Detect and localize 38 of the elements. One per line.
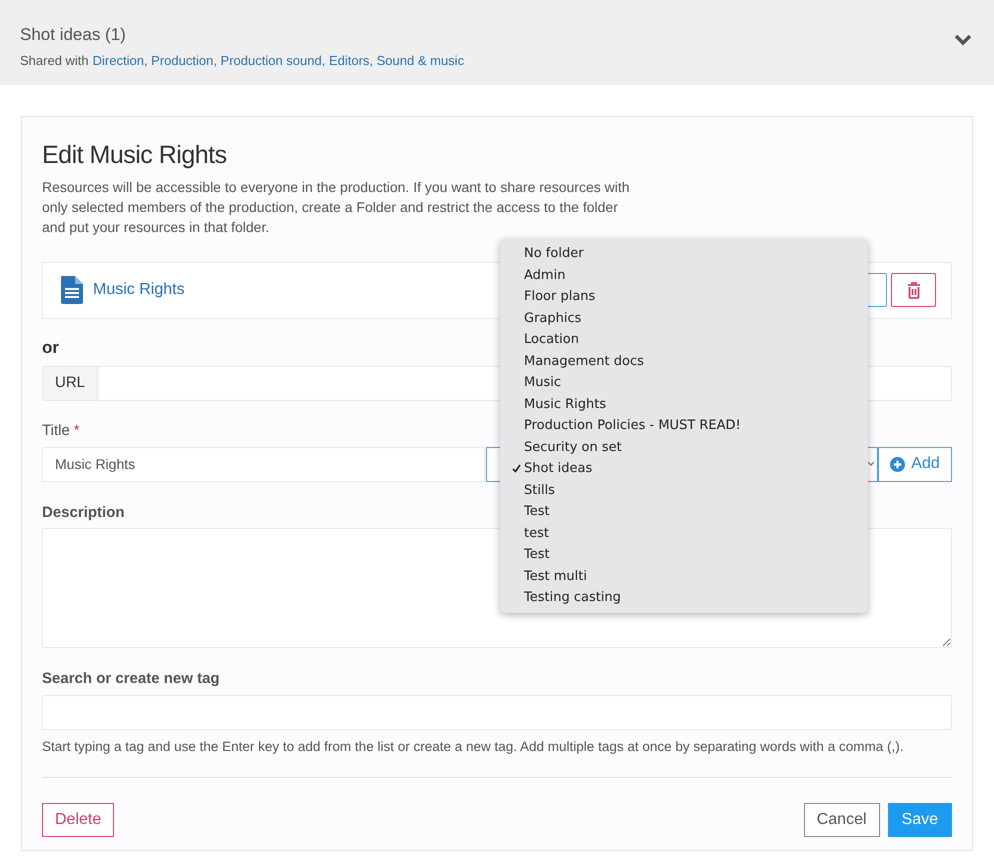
folder-option[interactable]: Stills [500, 480, 868, 501]
folder-option[interactable]: Graphics [500, 308, 868, 329]
delete-button[interactable]: Delete [42, 802, 114, 836]
folder-option[interactable]: Floor plans [500, 286, 868, 308]
folder-option[interactable]: Production Policies - MUST READ! [500, 415, 868, 436]
file-link[interactable]: Music Rights [93, 278, 185, 302]
url-addon: URL [43, 367, 98, 400]
document-icon [59, 275, 85, 305]
folder-option[interactable]: Security on set [500, 436, 868, 458]
folder-option[interactable]: Test [500, 501, 868, 522]
tag-help-text: Start typing a tag and use the Enter key to add from the list or create a new tag. Add multiple tags at once by separating words with a comma (,). [42, 738, 904, 756]
add-button[interactable]: Add [878, 446, 952, 482]
trash-icon [906, 282, 920, 298]
shared-with-link[interactable]: Direction, Production, Production sound, Editors, Sound & music [92, 50, 464, 70]
form-heading: Edit Music Rights [42, 140, 227, 171]
folder-option[interactable]: Shot ideas [500, 458, 868, 480]
folder-option[interactable]: Test [500, 544, 868, 566]
or-label: or [42, 336, 59, 358]
plus-circle-icon [890, 456, 906, 472]
title-input[interactable]: Music Rights [42, 446, 485, 482]
delete-file-button[interactable] [891, 273, 936, 307]
folder-option[interactable]: Location [500, 329, 868, 350]
section-title: Shot ideas (1) [20, 24, 127, 46]
folder-option[interactable]: No folder [500, 243, 868, 264]
folder-option[interactable]: Test multi [500, 566, 868, 587]
description-label: Description [42, 502, 125, 522]
intro-text: Resources will be accessible to everyone in the production. If you want to share resources with only selected members of the production, create a Folder and restrict the access to the folder and put your resources in that folder. [42, 178, 631, 236]
tag-label: Search or create new tag [42, 669, 220, 689]
chevron-down-icon [867, 461, 875, 467]
folder-option[interactable]: Testing casting [500, 587, 868, 608]
folder-option[interactable]: Admin [500, 264, 868, 286]
folder-option[interactable]: Music [500, 372, 868, 394]
chevron-down-icon[interactable] [954, 34, 972, 46]
title-label: Title [42, 421, 70, 441]
required-mark: * [74, 421, 80, 441]
folder-option[interactable]: test [500, 522, 868, 544]
cancel-button[interactable]: Cancel [804, 802, 880, 836]
shared-label: Shared with [20, 52, 89, 70]
